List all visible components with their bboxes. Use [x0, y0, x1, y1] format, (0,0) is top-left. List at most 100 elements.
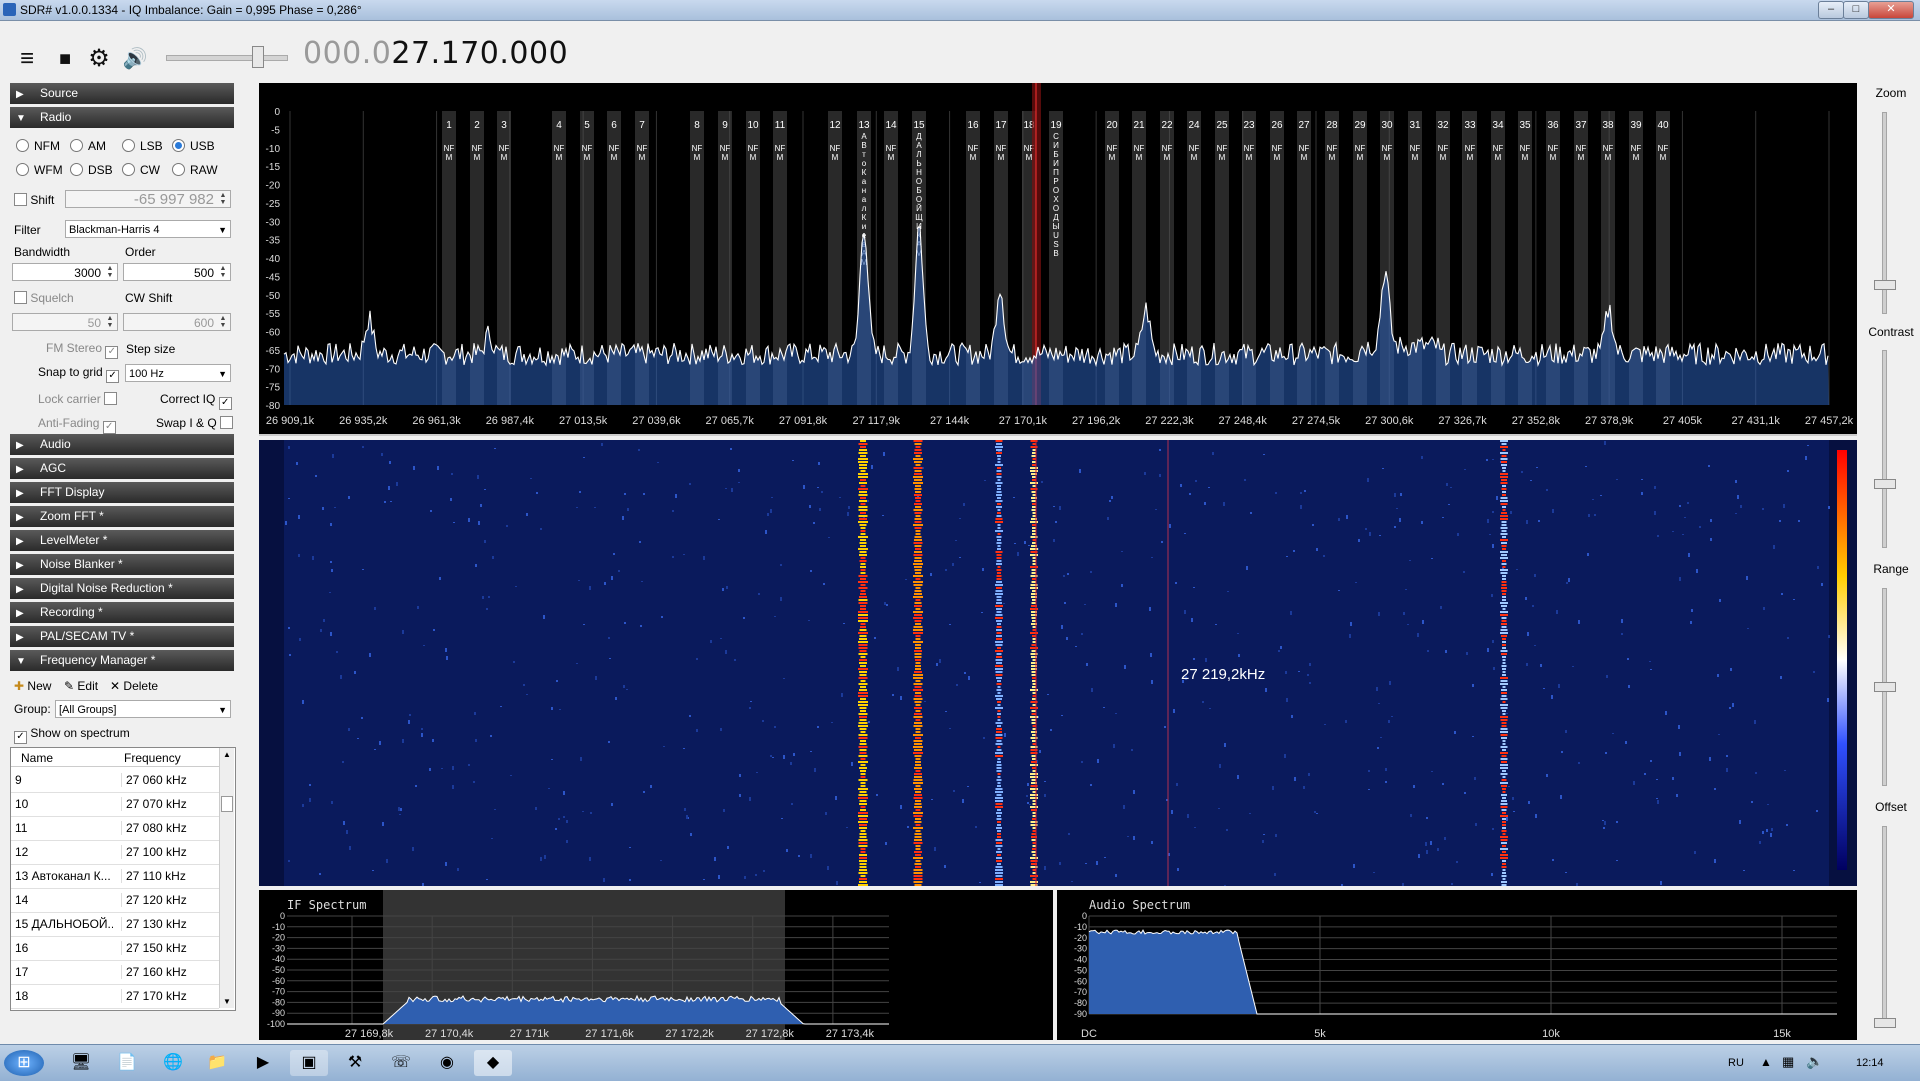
range-slider-thumb[interactable]: [1874, 682, 1896, 692]
squelch-input[interactable]: 50 ▲ ▼: [12, 313, 118, 331]
table-row[interactable]: 18 27 170 kHz: [11, 984, 219, 1009]
waterfall-display[interactable]: 27 219,2kHz: [259, 440, 1857, 886]
clock[interactable]: 12:14: [1856, 1057, 1884, 1069]
section-recording[interactable]: ▶ Recording *: [10, 602, 234, 623]
start-button[interactable]: ⊞: [4, 1050, 44, 1076]
chrome-icon[interactable]: ◉: [428, 1050, 466, 1076]
filter-select[interactable]: Blackman-Harris 4 ▼: [65, 220, 231, 238]
section-fft-display[interactable]: ▶ FFT Display: [10, 482, 234, 503]
mode-dsb[interactable]: DSB: [70, 163, 113, 177]
language-indicator[interactable]: RU: [1728, 1057, 1744, 1069]
edit-button[interactable]: ✎ Edit: [64, 679, 98, 693]
zoom-slider-thumb[interactable]: [1874, 280, 1896, 290]
table-row[interactable]: 10 27 070 kHz: [11, 792, 219, 817]
tray-arrow-icon[interactable]: ▲: [1760, 1055, 1772, 1069]
squelch-checkbox[interactable]: Squelch: [14, 291, 74, 305]
section-dnr[interactable]: ▶ Digital Noise Reduction *: [10, 578, 234, 599]
section-radio[interactable]: ▼ Radio: [10, 107, 234, 128]
lockcarrier-checkbox[interactable]: Lock carrier: [38, 392, 118, 406]
show-on-spectrum-checkbox[interactable]: ✓ Show on spectrum: [14, 726, 130, 744]
waterfall-speckle: [445, 648, 447, 652]
new-button[interactable]: ✚ New: [14, 679, 51, 693]
cwshift-input[interactable]: 600 ▲ ▼: [123, 313, 231, 331]
section-levelmeter[interactable]: ▶ LevelMeter *: [10, 530, 234, 551]
table-row[interactable]: 14 27 120 kHz: [11, 888, 219, 913]
table-row[interactable]: 15 ДАЛЬНОБОЙ... 27 130 kHz: [11, 912, 219, 937]
menu-icon[interactable]: ≡: [14, 46, 40, 72]
table-row[interactable]: 13 Автоканал К... 27 110 kHz: [11, 864, 219, 889]
audio-spectrum-display[interactable]: 0 -10 -20 -30 -40 -50 -60 -70 -80 -90 DC 5k 10k 15k A…: [1057, 890, 1857, 1040]
correctiq-checkbox[interactable]: Correct IQ ✓: [160, 392, 232, 410]
computer-icon[interactable]: 🖥: [62, 1050, 100, 1076]
app-window-icon[interactable]: ▣: [290, 1050, 328, 1076]
waterfall-speckle: [1177, 868, 1179, 871]
network-icon[interactable]: ▦: [1782, 1054, 1794, 1070]
mode-lsb[interactable]: LSB: [122, 139, 163, 153]
table-scrollbar[interactable]: ▲ ▼: [219, 748, 234, 1008]
waterfall-speckle: [1672, 531, 1674, 532]
waterfall-speckle: [1066, 637, 1068, 640]
folder-icon[interactable]: 📁: [198, 1050, 236, 1076]
mode-nfm[interactable]: NFM: [16, 139, 60, 153]
frequency-dim-digits[interactable]: 000.0: [303, 36, 391, 71]
spectrum-display[interactable]: 0 -5 -10 -15 -20 -25 -30 -35 -40 -45 -50 -55 -60 -65-…: [259, 83, 1857, 436]
minimize-button[interactable]: –: [1818, 1, 1844, 19]
col-name[interactable]: Name: [21, 751, 53, 765]
close-button[interactable]: ✕: [1868, 1, 1914, 19]
tool-icon[interactable]: ⚒: [336, 1050, 374, 1076]
section-frequency-manager[interactable]: ▼ Frequency Manager *: [10, 650, 234, 671]
volume-slider-thumb[interactable]: [252, 46, 264, 68]
viber-icon[interactable]: ☏: [382, 1050, 420, 1076]
snap-checkbox[interactable]: Snap to grid ✓: [38, 365, 120, 383]
signal-trace: [860, 782, 866, 784]
browser-icon[interactable]: 🌐: [154, 1050, 192, 1076]
stop-icon[interactable]: ■: [52, 46, 78, 72]
signal-trace: [859, 596, 867, 598]
mode-am[interactable]: AM: [70, 139, 106, 153]
section-source[interactable]: ▶ Source: [10, 83, 234, 104]
mode-raw[interactable]: RAW: [172, 163, 218, 177]
section-agc[interactable]: ▶ AGC: [10, 458, 234, 479]
order-input[interactable]: 500 ▲ ▼: [123, 263, 231, 281]
mode-usb[interactable]: USB: [172, 139, 215, 153]
swapiq-checkbox[interactable]: Swap I & Q: [156, 416, 234, 430]
offset-slider[interactable]: [1882, 826, 1887, 1028]
signal-trace: [995, 464, 1003, 466]
speaker-icon[interactable]: 🔈: [1806, 1053, 1823, 1070]
section-zoom-fft[interactable]: ▶ Zoom FFT *: [10, 506, 234, 527]
media-player-icon[interactable]: ▶: [244, 1050, 282, 1076]
if-spectrum-display[interactable]: 0 -10 -20 -30 -40 -50 -60 -70 -80 -90 -100 27 169,8…: [259, 890, 1053, 1040]
table-row[interactable]: 17 27 160 kHz: [11, 960, 219, 985]
col-frequency[interactable]: Frequency: [124, 751, 181, 765]
table-row[interactable]: 16 27 150 kHz: [11, 936, 219, 961]
fmstereo-checkbox[interactable]: FM Stereo ✓: [46, 341, 119, 359]
document-icon[interactable]: 📄: [108, 1050, 146, 1076]
offset-slider-thumb[interactable]: [1874, 1018, 1896, 1028]
frequency-digits[interactable]: 27.170.000: [391, 36, 568, 71]
shift-input[interactable]: -65 997 982 ▲ ▼: [65, 190, 231, 208]
sdrsharp-icon[interactable]: ◆: [474, 1050, 512, 1076]
delete-button[interactable]: ✕ Delete: [110, 679, 158, 693]
section-pal-secam[interactable]: ▶ PAL/SECAM TV *: [10, 626, 234, 647]
table-row[interactable]: 11 27 080 kHz: [11, 816, 219, 841]
volume-slider[interactable]: [166, 55, 288, 61]
section-noise-blanker[interactable]: ▶ Noise Blanker *: [10, 554, 234, 575]
group-select[interactable]: [All Groups] ▼: [55, 700, 231, 718]
step-select[interactable]: 100 Hz ▼: [125, 364, 231, 382]
shift-checkbox[interactable]: Shift: [14, 193, 54, 207]
table-row[interactable]: 9 27 060 kHz: [11, 768, 219, 793]
contrast-slider-thumb[interactable]: [1874, 479, 1896, 489]
gear-icon[interactable]: ⚙: [86, 46, 112, 72]
table-row[interactable]: 12 27 100 kHz: [11, 840, 219, 865]
waterfall-speckle: [791, 803, 793, 805]
mode-cw[interactable]: CW: [122, 163, 160, 177]
maximize-button[interactable]: □: [1843, 1, 1869, 19]
contrast-slider[interactable]: [1882, 350, 1887, 548]
antifading-checkbox[interactable]: Anti-Fading ✓: [38, 416, 116, 434]
frequency-display[interactable]: 000.027.170.000: [303, 36, 568, 71]
bandwidth-input[interactable]: 3000 ▲ ▼: [12, 263, 118, 281]
scrollbar-thumb[interactable]: [221, 796, 233, 812]
volume-icon[interactable]: 🔊: [122, 46, 148, 72]
section-audio[interactable]: ▶ Audio: [10, 434, 234, 455]
mode-wfm[interactable]: WFM: [16, 163, 63, 177]
